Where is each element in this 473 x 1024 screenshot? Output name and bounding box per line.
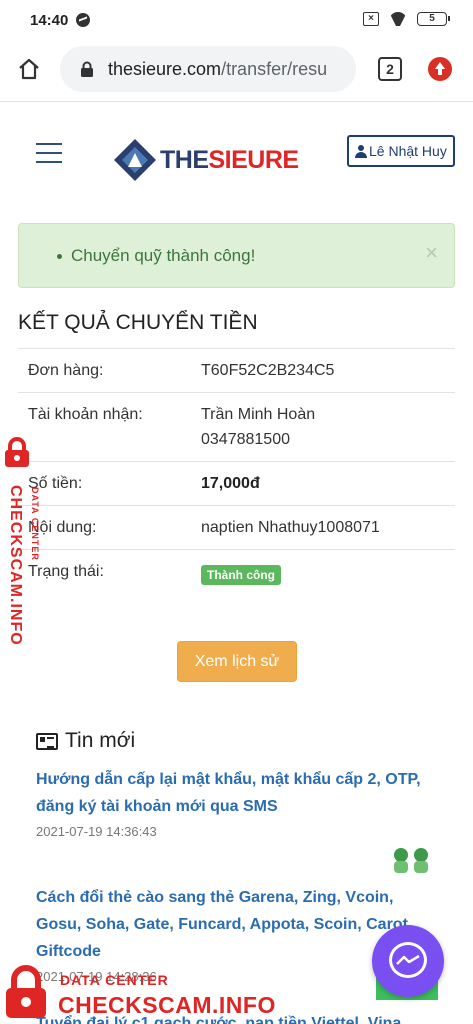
logo-text: THESIEURE xyxy=(160,146,299,175)
view-history-button[interactable]: Xem lịch sử xyxy=(177,641,297,682)
watermark-brand: CHECKSCAM.INFO xyxy=(58,992,276,1018)
alert-message: Chuyển quỹ thành công! xyxy=(56,246,256,265)
no-sim-icon: × xyxy=(363,12,379,26)
list-item: Hướng dẫn cấp lại mật khẩu, mật khẩu cấp… xyxy=(36,766,436,839)
table-row-status: Trạng thái: Thành công xyxy=(18,549,455,593)
watermark-tag: DATA CENTER xyxy=(60,972,169,988)
amount-value: 17,000đ xyxy=(201,475,260,492)
messenger-bolt-icon xyxy=(396,955,420,965)
padlock-icon xyxy=(6,965,46,1018)
news-heading: Tin mới xyxy=(36,729,135,753)
user-account-button[interactable]: Lê Nhật Huy xyxy=(347,135,455,167)
home-icon[interactable] xyxy=(17,57,41,81)
logo-text-sieure: SIEURE xyxy=(208,145,300,174)
tab-switcher-button[interactable]: 2 xyxy=(378,57,402,81)
table-row-order: Đơn hàng: T60F52C2B234C5 xyxy=(18,348,455,392)
table-row-amount: Số tiền: 17,000đ xyxy=(18,461,455,505)
news-date: 2021-07-19 14:36:43 xyxy=(36,824,157,839)
messenger-chat-button[interactable] xyxy=(372,925,444,997)
logo-text-the: THE xyxy=(160,145,209,174)
close-icon[interactable]: × xyxy=(425,240,438,266)
news-thumbnail[interactable] xyxy=(389,843,435,875)
messenger-notification-icon xyxy=(76,13,90,27)
news-link[interactable]: Hướng dẫn cấp lại mật khẩu, mật khẩu cấp… xyxy=(36,766,436,820)
battery-icon: 5 xyxy=(417,12,450,26)
row-label: Tài khoản nhận: xyxy=(28,406,143,423)
status-time: 14:40 xyxy=(30,12,69,29)
url-host: thesieure.com xyxy=(108,59,222,79)
row-value: T60F52C2B234C5 xyxy=(201,362,335,379)
status-badge: Thành công xyxy=(201,565,281,585)
address-bar[interactable]: thesieure.com/transfer/resu xyxy=(60,46,356,92)
row-value: naptien Nhathuy1008071 xyxy=(201,519,380,536)
user-icon xyxy=(355,144,367,158)
watermark-side: CHECKSCAM.INFO DATA CENTER xyxy=(0,437,48,667)
row-label: Đơn hàng: xyxy=(28,362,104,379)
url-path: /transfer/resu xyxy=(221,59,328,79)
wifi-icon xyxy=(389,12,407,26)
logo-mark-icon xyxy=(114,139,156,181)
lock-icon xyxy=(81,61,93,77)
padlock-icon xyxy=(5,437,29,467)
status-bar: 14:40 × 5 xyxy=(0,0,473,40)
site-header: THESIEURE Lê Nhật Huy xyxy=(0,103,473,203)
table-row-recipient: Tài khoản nhận: Trần Minh Hoàn 034788150… xyxy=(18,392,455,461)
watermark-side-brand: CHECKSCAM.INFO xyxy=(7,485,24,646)
recipient-name: Trần Minh Hoàn xyxy=(201,406,316,423)
success-alert: Chuyển quỹ thành công! × xyxy=(18,223,455,288)
result-table: Đơn hàng: T60F52C2B234C5 Tài khoản nhận:… xyxy=(18,348,455,593)
browser-toolbar: thesieure.com/transfer/resu 2 xyxy=(0,40,473,102)
watermark-side-tag: DATA CENTER xyxy=(30,487,40,561)
table-row-content: Nội dung: naptien Nhathuy1008071 xyxy=(18,505,455,549)
recipient-phone: 0347881500 xyxy=(201,431,290,448)
url-text: thesieure.com/transfer/resu xyxy=(108,59,327,80)
newspaper-icon xyxy=(36,732,58,750)
user-name: Lê Nhật Huy xyxy=(369,143,447,159)
site-logo[interactable]: THESIEURE xyxy=(112,137,299,183)
watermark-bottom: DATA CENTER CHECKSCAM.INFO xyxy=(0,962,300,1024)
hamburger-menu-icon[interactable] xyxy=(36,143,62,163)
news-heading-text: Tin mới xyxy=(65,729,136,752)
update-icon[interactable] xyxy=(428,57,452,81)
result-title: KẾT QUẢ CHUYỂN TIỀN xyxy=(18,311,258,334)
